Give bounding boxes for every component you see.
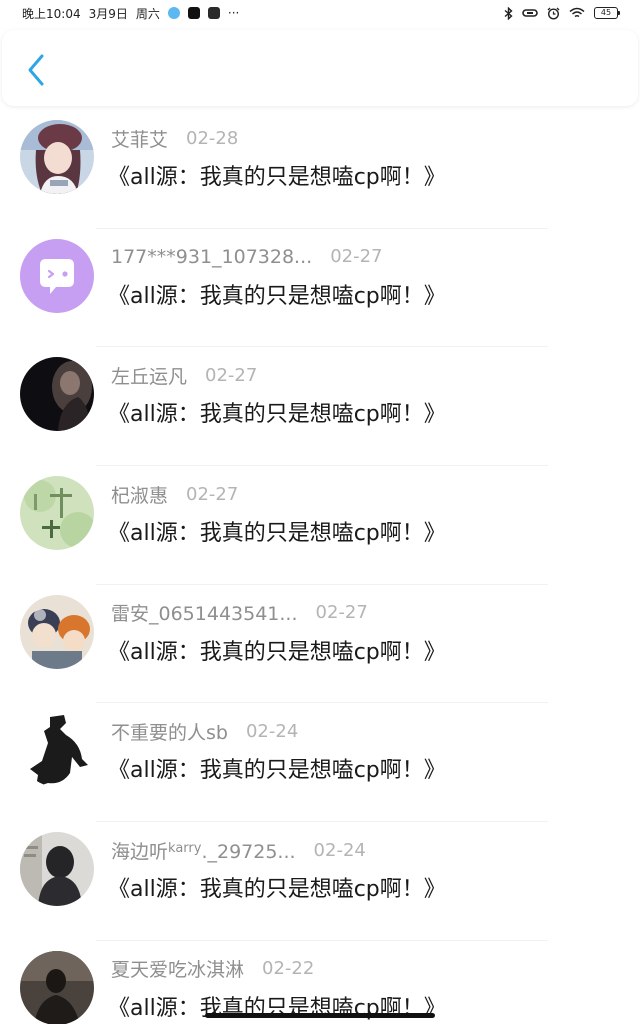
comment-meta: 夏天爱吃冰淇淋 02-22: [111, 957, 314, 981]
link-icon: [522, 8, 538, 18]
username[interactable]: 海边听karry._29725...: [111, 837, 296, 864]
list-item[interactable]: 艾菲艾 02-28 《all源：我真的只是想嗑cp啊！》: [0, 110, 640, 229]
avatar[interactable]: [20, 357, 94, 432]
list-item[interactable]: 杞淑惠 02-27 《all源：我真的只是想嗑cp啊！》: [0, 466, 640, 585]
comment-date: 02-24: [245, 720, 299, 742]
screen: 晚上10:04 3月9日 周六 ··· 45 艾菲艾 02-28 《all源：我…: [0, 0, 640, 1024]
avatar[interactable]: [20, 238, 94, 313]
avatar[interactable]: [20, 832, 94, 907]
username[interactable]: 夏天爱吃冰淇淋: [111, 955, 244, 982]
comment-meta: 177***931_107328... 02-27: [111, 245, 383, 269]
status-right: 45: [504, 6, 620, 20]
home-indicator[interactable]: [205, 1013, 435, 1018]
comment-date: 02-24: [313, 839, 366, 861]
comment-meta: 雷安_0651443541... 02-27: [111, 601, 368, 625]
comment-meta: 海边听karry._29725... 02-24: [111, 837, 366, 864]
status-time: 晚上10:04: [22, 6, 81, 21]
avatar[interactable]: [20, 713, 94, 788]
bluetooth-icon: [504, 6, 513, 20]
username[interactable]: 杞淑惠: [111, 481, 168, 508]
comment-text: 《all源：我真的只是想嗑cp啊！》: [108, 877, 446, 903]
list-item[interactable]: 雷安_0651443541... 02-27 《all源：我真的只是想嗑cp啊！…: [0, 585, 640, 704]
app-notification-icon: [167, 7, 180, 19]
comment-text: 《all源：我真的只是想嗑cp啊！》: [108, 521, 446, 547]
wifi-icon: [569, 7, 585, 19]
comment-date: 02-27: [205, 364, 258, 386]
back-button[interactable]: [20, 52, 52, 88]
battery-level: 45: [600, 8, 612, 17]
comment-text: 《all源：我真的只是想嗑cp啊！》: [108, 165, 446, 190]
username-main: 海边听: [111, 840, 169, 863]
list-item[interactable]: 不重要的人sb 02-24 《all源：我真的只是想嗑cp啊！》: [0, 703, 640, 823]
comment-meta: 艾菲艾 02-28: [111, 125, 239, 152]
comment-date: 02-28: [186, 127, 239, 149]
header-bar: [2, 30, 638, 106]
status-date: 3月9日: [88, 6, 128, 21]
username[interactable]: 雷安_0651443541...: [111, 599, 298, 626]
avatar[interactable]: [20, 476, 94, 551]
status-weekday: 周六: [135, 6, 160, 21]
username-superscript: karry: [168, 840, 202, 856]
chevron-left-icon: [28, 54, 44, 86]
tiktok-notification-icon: [187, 7, 200, 19]
comment-text: 《all源：我真的只是想嗑cp啊！》: [108, 283, 446, 309]
comment-meta: 左丘运凡 02-27: [111, 362, 258, 389]
comment-meta: 不重要的人sb 02-24: [111, 718, 299, 745]
list-item[interactable]: 177***931_107328... 02-27 《all源：我真的只是想嗑c…: [0, 229, 640, 348]
username[interactable]: 不重要的人sb: [111, 718, 228, 745]
comment-date: 02-27: [186, 483, 239, 505]
username[interactable]: 艾菲艾: [111, 125, 168, 152]
username[interactable]: 177***931_107328...: [111, 246, 312, 268]
username-suffix: ._29725...: [201, 840, 296, 863]
avatar[interactable]: [20, 594, 94, 669]
comment-date: 02-27: [330, 246, 383, 268]
more-notifications: ···: [227, 6, 240, 20]
comment-text: 《all源：我真的只是想嗑cp啊！》: [108, 402, 446, 428]
battery-icon: 45: [594, 7, 620, 19]
status-bar: 晚上10:04 3月9日 周六 ··· 45: [0, 0, 640, 26]
status-left: 晚上10:04 3月9日 周六 ···: [22, 5, 239, 22]
username[interactable]: 左丘运凡: [111, 362, 187, 389]
list-item[interactable]: 海边听karry._29725... 02-24 《all源：我真的只是想嗑cp…: [0, 822, 640, 941]
comment-meta: 杞淑惠 02-27: [111, 481, 239, 508]
avatar[interactable]: [20, 950, 94, 1024]
comment-text: 《all源：我真的只是想嗑cp啊！》: [108, 639, 446, 665]
app-notification-icon-2: [207, 7, 220, 19]
list-item[interactable]: 左丘运凡 02-27 《all源：我真的只是想嗑cp啊！》: [0, 347, 640, 467]
comment-date: 02-27: [315, 602, 368, 624]
alarm-icon: [547, 7, 560, 20]
comment-date: 02-22: [262, 958, 315, 980]
avatar[interactable]: [20, 120, 94, 194]
list-item[interactable]: 夏天爱吃冰淇淋 02-22 《all源：我真的只是想嗑cp啊！》: [0, 941, 640, 1024]
comment-list: 艾菲艾 02-28 《all源：我真的只是想嗑cp啊！》 177***931_1…: [0, 110, 640, 1024]
comment-text: 《all源：我真的只是想嗑cp啊！》: [108, 758, 446, 784]
